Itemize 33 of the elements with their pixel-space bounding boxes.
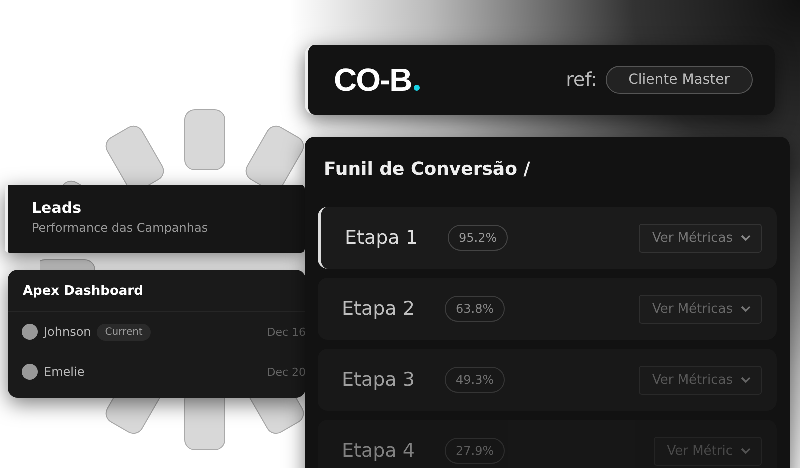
stage-label: Etapa 3 [342,369,416,391]
chevron-down-icon [741,448,751,454]
leads-card[interactable]: Leads Performance das Campanhas [5,185,305,253]
rate-pill: 49.3% [445,367,506,393]
metrics-dropdown[interactable]: Ver Métricas [639,224,762,252]
leads-title: Leads [32,199,83,217]
avatar-icon [22,364,38,380]
metrics-dropdown[interactable]: Ver Métricas [639,294,762,324]
stage-label: Etapa 2 [342,298,416,320]
status-badge: Current [97,324,151,340]
rate-pill: 95.2% [448,225,508,251]
chevron-down-icon [741,234,751,242]
leads-subtitle: Performance das Campanhas [32,221,210,235]
client-pill: Cliente Master [606,66,753,94]
funnel-title: Funil de Conversão / [323,159,532,182]
user-name: Johnson [44,325,92,339]
brand-logo: CO-B [334,62,412,98]
chevron-down-icon [741,306,751,312]
rate-pill: 63.8% [445,296,506,322]
ref-label: ref: [566,69,598,91]
stage-row[interactable]: Etapa 1 95.2% Ver Métricas [318,207,777,269]
date-text: Dec 20 [267,366,306,378]
chevron-down-icon [741,376,751,384]
metrics-dropdown[interactable]: Ver Métricas [639,366,762,394]
stage-row[interactable]: Etapa 3 49.3% Ver Métricas [318,349,777,411]
stage-label: Etapa 1 [345,227,419,249]
stage-row[interactable]: Etapa 2 63.8% Ver Métricas [318,278,777,340]
rate-pill: 27.9% [445,438,506,464]
dot-icon [414,84,420,90]
avatar-icon [22,324,38,340]
date-text: Dec 16 [267,326,306,338]
stage-label: Etapa 4 [342,440,416,462]
user-name: Emelie [44,365,85,379]
